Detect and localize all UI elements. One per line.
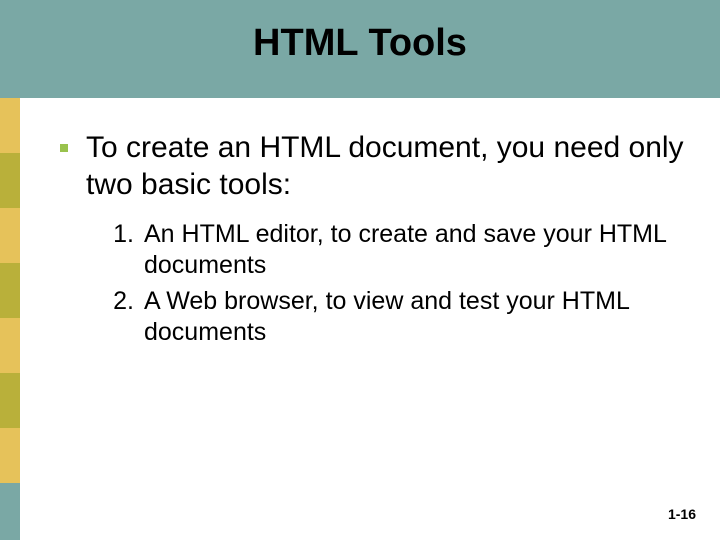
stripe-olive xyxy=(0,153,20,208)
page-number: 1-16 xyxy=(668,506,696,522)
slide: HTML Tools To create an HTML document, y… xyxy=(0,0,720,540)
list-number: 2. xyxy=(104,286,134,317)
stripe-olive xyxy=(0,263,20,318)
numbered-list: 1. An HTML editor, to create and save yo… xyxy=(104,219,690,348)
slide-body: To create an HTML document, you need onl… xyxy=(60,130,690,352)
bullet-icon xyxy=(60,144,68,152)
stripe-yellow xyxy=(0,98,20,153)
header-bar: HTML Tools xyxy=(0,0,720,98)
slide-title: HTML Tools xyxy=(0,22,720,65)
stripe-teal-fill xyxy=(0,483,20,540)
list-text: An HTML editor, to create and save your … xyxy=(144,219,690,282)
list-item: 1. An HTML editor, to create and save yo… xyxy=(104,219,690,282)
left-accent-stripes xyxy=(0,98,20,540)
list-text: A Web browser, to view and test your HTM… xyxy=(144,286,690,349)
list-item: 2. A Web browser, to view and test your … xyxy=(104,286,690,349)
stripe-olive xyxy=(0,373,20,428)
stripe-yellow xyxy=(0,318,20,373)
list-number: 1. xyxy=(104,219,134,250)
stripe-yellow xyxy=(0,208,20,263)
stripe-yellow xyxy=(0,428,20,483)
bullet-text: To create an HTML document, you need onl… xyxy=(86,130,690,203)
bullet-item: To create an HTML document, you need onl… xyxy=(60,130,690,203)
